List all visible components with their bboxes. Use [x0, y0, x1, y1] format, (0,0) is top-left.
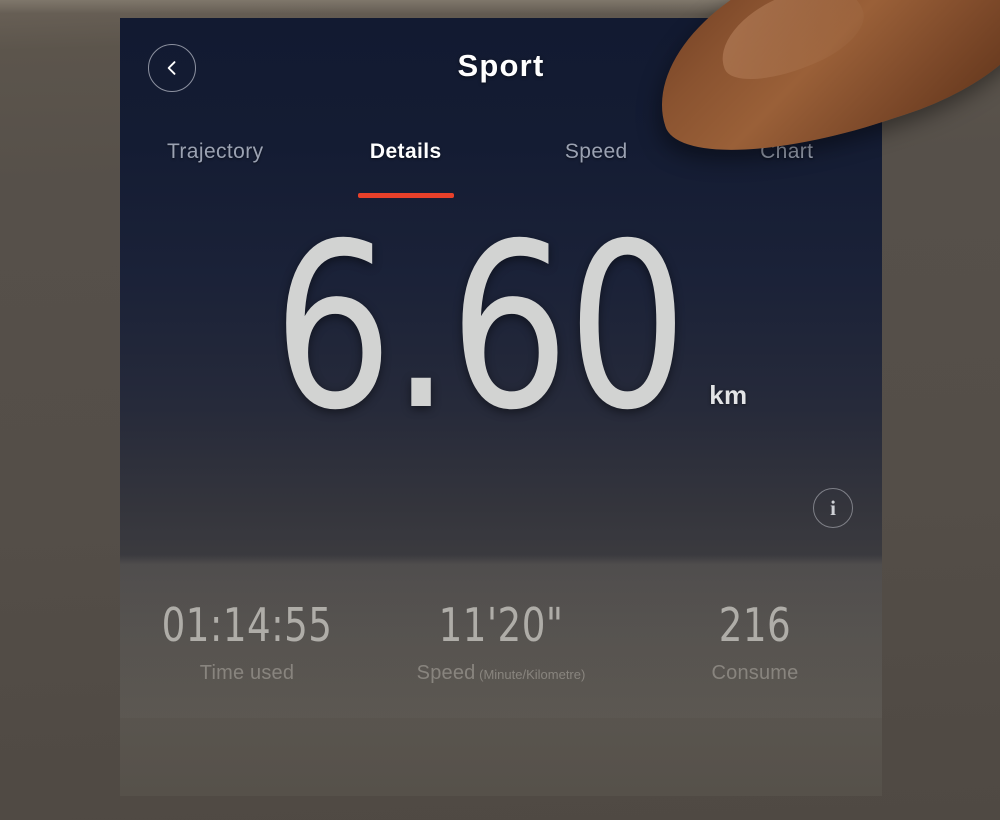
info-icon: i	[830, 495, 836, 520]
stat-label-text: Time used	[199, 661, 295, 684]
distance-unit: km	[709, 379, 748, 410]
stat-consume: 216 Consume	[628, 600, 882, 685]
info-button[interactable]: i	[813, 488, 853, 528]
tab-chart[interactable]: Chart	[692, 140, 883, 204]
stat-label: Speed (Minute/Kilometre)	[374, 662, 628, 685]
camera-icon	[732, 64, 758, 86]
stat-speed: 11'20" Speed (Minute/Kilometre)	[374, 600, 628, 685]
stat-label: Time used	[120, 662, 374, 685]
tab-label: Details	[369, 140, 442, 163]
stat-value: 01:14:55	[161, 598, 333, 652]
tab-label: Trajectory	[166, 140, 264, 163]
stat-label-text: Speed	[416, 661, 476, 684]
screen-bottom-wash	[120, 718, 882, 796]
refresh-icon	[799, 63, 819, 85]
camera-button[interactable]	[720, 50, 770, 100]
stat-label-text: Consume	[711, 661, 799, 684]
app-header: Sport	[120, 18, 882, 118]
distance-readout: 6.60 km	[120, 194, 882, 463]
tab-label: Speed	[564, 140, 628, 163]
photo-backdrop: Sport Trajectory Details Speed Chart 6.6…	[0, 0, 1000, 820]
stats-row: 01:14:55 Time used 11'20" Speed (Minute/…	[120, 600, 882, 685]
distance-value: 6.60	[272, 194, 688, 460]
app-screen: Sport Trajectory Details Speed Chart 6.6…	[120, 18, 882, 796]
stat-value: 11'20"	[438, 598, 564, 652]
stat-value: 216	[718, 598, 792, 652]
stat-label-sub: (Minute/Kilometre)	[475, 666, 586, 682]
stat-label: Consume	[628, 662, 882, 685]
tab-label: Chart	[760, 140, 814, 163]
stat-time-used: 01:14:55 Time used	[120, 600, 374, 685]
refresh-button[interactable]	[784, 50, 834, 100]
